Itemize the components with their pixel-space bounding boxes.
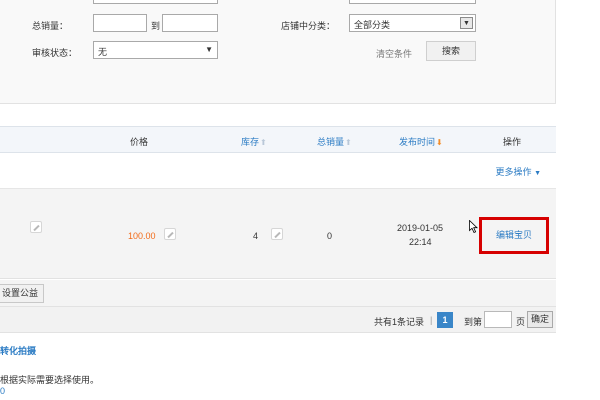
more-actions-row: 更多操作 ▼ — [0, 153, 556, 189]
column-header-publish-time[interactable]: 发布时间⬇ — [399, 135, 443, 148]
filter-input-top-left[interactable] — [93, 0, 218, 4]
goto-page-label: 到第 — [464, 317, 483, 327]
sort-arrow-icon: ⬆ — [345, 138, 352, 147]
page-button-current[interactable]: 1 — [437, 312, 453, 328]
goto-page-input[interactable] — [484, 311, 512, 328]
usage-note: 根据实际需要选择使用。 — [0, 375, 100, 385]
column-header-total-sales-label: 总销量 — [317, 137, 345, 147]
pager-separator: | — [430, 315, 433, 325]
clear-conditions-link[interactable]: 清空条件 — [376, 47, 412, 60]
review-status-select[interactable]: 无 ▼ — [93, 41, 218, 59]
shop-category-select[interactable]: 全部分类 ▼ — [349, 14, 476, 32]
table-header: 价格 库存⬆ 总销量⬆ 发布时间⬇ 操作 — [0, 126, 556, 153]
edit-title-icon[interactable] — [30, 221, 42, 233]
mouse-cursor-icon — [469, 220, 478, 233]
review-status-value: 无 — [98, 47, 108, 57]
shop-category-label: 店铺中分类： — [281, 21, 336, 31]
pagination: 共有1条记录 | 1 到第 页 确定 — [0, 307, 556, 333]
column-header-total-sales[interactable]: 总销量⬆ — [317, 135, 352, 148]
item-price: 100.00 — [128, 231, 156, 241]
record-count: 共有1条记录 — [374, 317, 425, 327]
footer-fragment: 0 — [0, 386, 6, 396]
filter-panel: 总销量： 到 店铺中分类： 全部分类 ▼ 审核状态： 无 ▼ 清空条件 搜索 — [0, 0, 556, 104]
more-actions-label: 更多操作 — [495, 167, 532, 177]
edit-item-button[interactable]: 编辑宝贝 — [479, 217, 549, 254]
dropdown-arrow-icon: ▼ — [460, 17, 473, 29]
chevron-down-icon: ▼ — [205, 45, 213, 54]
column-header-stock[interactable]: 库存⬆ — [241, 135, 267, 148]
batch-action-bar: 设置公益 — [0, 280, 556, 307]
item-total-sales: 0 — [327, 231, 333, 241]
page-suffix: 页 — [516, 317, 526, 327]
sort-down-arrow-icon: ⬇ — [436, 138, 443, 147]
set-charity-button[interactable]: 设置公益 — [0, 284, 44, 303]
confirm-page-button[interactable]: 确定 — [527, 311, 554, 328]
table-row: 100.00 4 0 2019-01-05 22:14 — [0, 189, 556, 279]
conversion-shoot-link[interactable]: 转化拍摄 — [0, 344, 36, 357]
sort-arrow-icon: ⬆ — [260, 138, 267, 147]
range-separator: 到 — [151, 21, 161, 31]
item-publish-time: 22:14 — [409, 237, 432, 247]
shop-category-value: 全部分类 — [354, 20, 391, 30]
edit-stock-icon[interactable] — [271, 228, 283, 240]
column-header-publish-time-label: 发布时间 — [399, 137, 436, 147]
item-publish-date: 2019-01-05 — [397, 223, 444, 233]
more-actions-link[interactable]: 更多操作 ▼ — [496, 165, 541, 178]
filter-input-top-right[interactable] — [349, 0, 476, 4]
column-header-actions: 操作 — [503, 137, 522, 147]
review-status-label: 审核状态： — [32, 48, 78, 58]
column-header-price: 价格 — [130, 137, 149, 147]
edit-price-icon[interactable] — [164, 228, 176, 240]
total-sales-min-input[interactable] — [93, 14, 147, 32]
column-header-stock-label: 库存 — [241, 137, 260, 147]
total-sales-max-input[interactable] — [162, 14, 218, 32]
search-button[interactable]: 搜索 — [426, 41, 476, 61]
triangle-down-icon: ▼ — [534, 170, 541, 177]
item-stock: 4 — [253, 231, 259, 241]
total-sales-label: 总销量： — [32, 21, 69, 31]
